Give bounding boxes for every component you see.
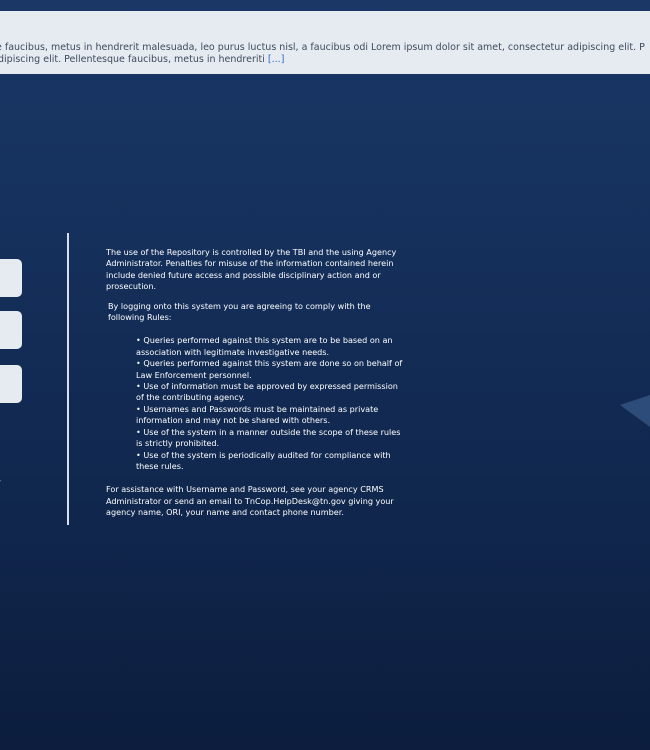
- login-button[interactable]: [0, 365, 22, 403]
- assistance-paragraph: For assistance with Username and Passwor…: [106, 484, 394, 518]
- username-field[interactable]: [0, 259, 22, 297]
- password-field[interactable]: [0, 311, 22, 349]
- banner-line-2: dipiscing elit. Pellentesque faucibus, m…: [0, 53, 285, 65]
- rules-list: Queries performed against this system ar…: [106, 335, 406, 472]
- rule-item: Use of information must be approved by e…: [136, 381, 406, 404]
- banner-text: e faucibus, metus in hendrerit malesuada…: [0, 42, 650, 65]
- rule-item: Queries performed against this system ar…: [136, 335, 406, 358]
- agreement-paragraph: By logging onto this system you are agre…: [108, 300, 371, 323]
- rule-item: Queries performed against this system ar…: [136, 358, 406, 381]
- usage-paragraph: The use of the Repository is controlled …: [106, 247, 397, 292]
- rule-item: Use of the system in a manner outside th…: [136, 427, 406, 450]
- read-more-link[interactable]: [...]: [268, 54, 284, 65]
- vertical-divider: [67, 233, 69, 525]
- background-shape: [620, 395, 650, 427]
- rule-item: Usernames and Passwords must be maintain…: [136, 404, 406, 427]
- announcement-banner: e faucibus, metus in hendrerit malesuada…: [0, 11, 650, 74]
- banner-line-1: e faucibus, metus in hendrerit malesuada…: [0, 42, 645, 53]
- rule-item: Use of the system is periodically audite…: [136, 450, 406, 473]
- usage-notice: The use of the Repository is controlled …: [106, 247, 406, 519]
- side-mark: -: [0, 476, 1, 486]
